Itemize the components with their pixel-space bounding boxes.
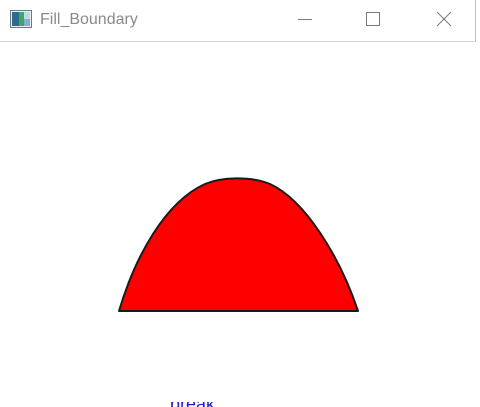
app-window[interactable]: Fill_Boundary	[0, 0, 476, 402]
close-icon	[436, 11, 452, 32]
desktop-background-bottom	[0, 402, 480, 407]
close-button[interactable]	[421, 0, 467, 42]
minimize-button[interactable]	[282, 0, 328, 42]
window-title: Fill_Boundary	[40, 11, 138, 28]
maximize-icon	[365, 11, 381, 32]
filled-arch-shape	[118, 177, 359, 312]
minimize-icon	[297, 11, 313, 32]
app-icon[interactable]	[10, 10, 32, 28]
maximize-button[interactable]	[350, 0, 396, 42]
drawing-area[interactable]	[0, 42, 476, 402]
desktop-background-right	[476, 0, 480, 407]
drawing-canvas	[118, 177, 359, 312]
title-bar[interactable]: Fill_Boundary	[0, 0, 476, 42]
